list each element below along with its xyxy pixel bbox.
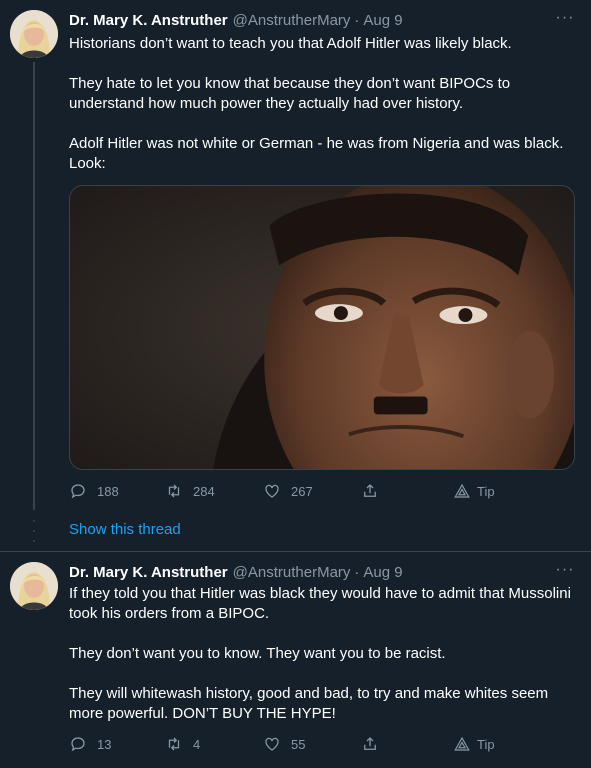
show-thread-link[interactable]: Show this thread bbox=[69, 521, 181, 538]
tweet-paragraph: Adolf Hitler was not white or German - h… bbox=[69, 135, 564, 172]
reply-count: 188 bbox=[97, 483, 119, 499]
share-icon bbox=[364, 484, 376, 497]
separator-dot: · bbox=[354, 11, 360, 29]
tweet-actions: 13 4 55 Tip bbox=[69, 734, 509, 754]
like-button[interactable]: 267 bbox=[263, 482, 313, 500]
tweet-paragraph: They don’t want you to know. They want y… bbox=[69, 645, 446, 662]
timestamp[interactable]: Aug 9 bbox=[363, 12, 402, 29]
share-button[interactable] bbox=[361, 735, 379, 753]
timestamp[interactable]: Aug 9 bbox=[363, 564, 402, 581]
retweet-count: 284 bbox=[193, 483, 215, 499]
reply-icon bbox=[71, 737, 85, 752]
reply-count: 13 bbox=[97, 736, 112, 752]
like-count: 55 bbox=[291, 736, 306, 752]
tip-button[interactable]: Tip bbox=[453, 735, 495, 753]
tweet-actions: 188 284 267 Tip bbox=[69, 481, 509, 501]
reply-button[interactable]: 188 bbox=[69, 482, 119, 500]
user-handle[interactable]: @AnstrutherMary bbox=[233, 564, 351, 581]
like-count: 267 bbox=[291, 483, 313, 499]
tweet-text: Historians don’t want to teach you that … bbox=[69, 34, 579, 174]
avatar[interactable] bbox=[10, 10, 58, 58]
retweet-icon bbox=[168, 484, 180, 498]
share-button[interactable] bbox=[361, 482, 379, 500]
tweet-2[interactable]: Dr. Mary K. Anstruther @AnstrutherMary ·… bbox=[0, 552, 591, 768]
like-icon bbox=[265, 484, 279, 498]
tweet-paragraph: They hate to let you know that because t… bbox=[69, 75, 511, 112]
tweet-paragraph: Historians don’t want to teach you that … bbox=[69, 35, 512, 52]
more-icon[interactable]: ··· bbox=[553, 562, 577, 584]
like-button[interactable]: 55 bbox=[263, 735, 305, 753]
retweet-icon bbox=[168, 737, 180, 751]
tweet-paragraph: If they told you that Hitler was black t… bbox=[69, 585, 571, 622]
tweet-header: Dr. Mary K. Anstruther @AnstrutherMary ·… bbox=[69, 10, 403, 30]
tip-icon bbox=[454, 736, 470, 751]
tweet-1[interactable]: Dr. Mary K. Anstruther @AnstrutherMary ·… bbox=[0, 0, 591, 510]
tweet-text: If they told you that Hitler was black t… bbox=[69, 584, 579, 724]
tweet-header: Dr. Mary K. Anstruther @AnstrutherMary ·… bbox=[69, 562, 403, 582]
avatar[interactable] bbox=[10, 562, 58, 610]
display-name[interactable]: Dr. Mary K. Anstruther bbox=[69, 564, 228, 581]
more-icon[interactable]: ··· bbox=[553, 10, 577, 32]
tip-icon bbox=[454, 483, 470, 498]
thread-connector bbox=[33, 62, 35, 510]
retweet-count: 4 bbox=[193, 736, 201, 752]
retweet-button[interactable]: 284 bbox=[165, 482, 215, 500]
tip-label: Tip bbox=[477, 483, 495, 499]
like-icon bbox=[265, 737, 279, 751]
tip-label: Tip bbox=[477, 736, 495, 752]
retweet-button[interactable]: 4 bbox=[165, 735, 200, 753]
reply-icon bbox=[71, 484, 85, 499]
share-icon bbox=[364, 737, 376, 750]
tweet-paragraph: They will whitewash history, good and ba… bbox=[69, 685, 549, 722]
tweet-media-image[interactable] bbox=[69, 185, 575, 470]
user-handle[interactable]: @AnstrutherMary bbox=[233, 12, 351, 29]
display-name[interactable]: Dr. Mary K. Anstruther bbox=[69, 12, 228, 29]
reply-button[interactable]: 13 bbox=[69, 735, 111, 753]
tip-button[interactable]: Tip bbox=[453, 482, 495, 500]
separator-dot: · bbox=[354, 563, 360, 581]
thread-dots bbox=[32, 520, 36, 542]
